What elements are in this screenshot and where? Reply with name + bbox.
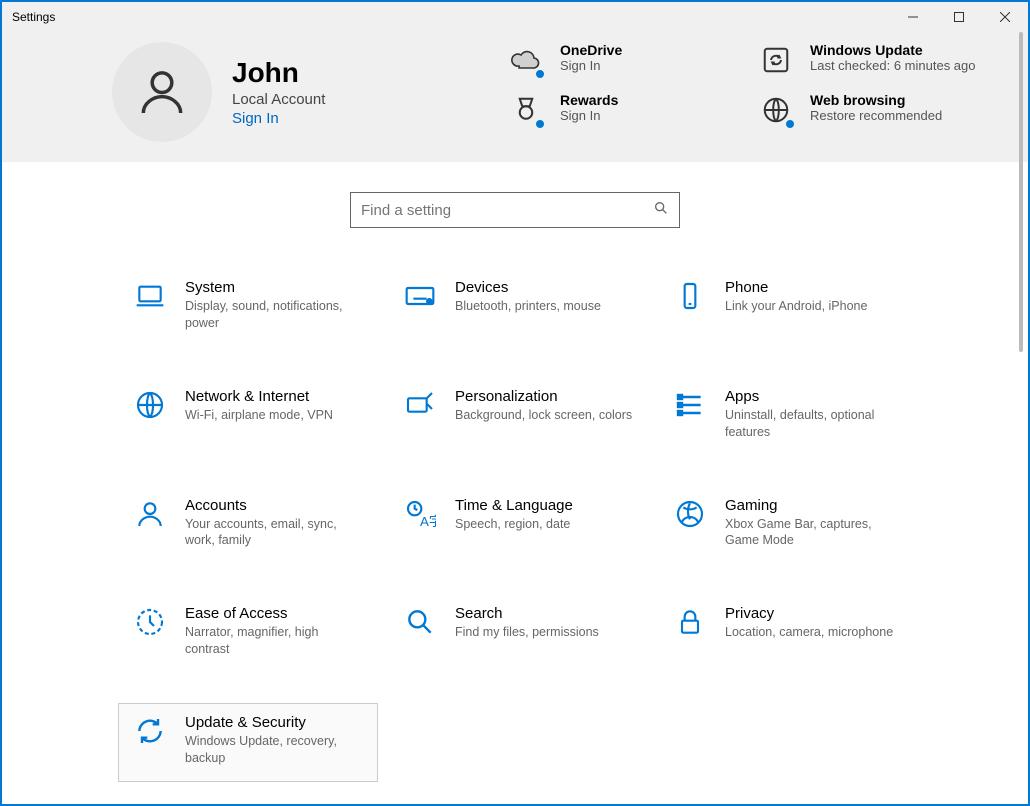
- window-title: Settings: [12, 10, 55, 24]
- category-sub: Uninstall, defaults, optional features: [725, 407, 903, 441]
- cloud-icon: [508, 42, 544, 78]
- account-type: Local Account: [232, 91, 325, 108]
- category-sub: Windows Update, recovery, backup: [185, 733, 363, 767]
- status-title: Rewards: [560, 92, 618, 108]
- search-icon: [653, 200, 669, 220]
- scrollbar-thumb[interactable]: [1019, 32, 1023, 352]
- status-badge-dot: [534, 118, 546, 130]
- status-title: Web browsing: [810, 92, 942, 108]
- category-search[interactable]: Search Find my files, permissions: [388, 594, 648, 673]
- laptop-icon: [133, 279, 167, 313]
- status-windows-update[interactable]: Windows Update Last checked: 6 minutes a…: [758, 42, 988, 78]
- scrollbar[interactable]: [1010, 32, 1026, 802]
- category-sub: Narrator, magnifier, high contrast: [185, 624, 363, 658]
- globe-icon: [133, 388, 167, 422]
- person-icon: [133, 497, 167, 531]
- close-button[interactable]: [982, 2, 1028, 32]
- category-title: Ease of Access: [185, 605, 363, 622]
- category-sub: Background, lock screen, colors: [455, 407, 632, 424]
- minimize-button[interactable]: [890, 2, 936, 32]
- category-title: Update & Security: [185, 714, 363, 731]
- search-icon: [403, 605, 437, 639]
- category-title: Gaming: [725, 497, 903, 514]
- category-sub: Speech, region, date: [455, 516, 573, 533]
- time-language-icon: A字: [403, 497, 437, 531]
- category-sub: Your accounts, email, sync, work, family: [185, 516, 363, 550]
- category-title: System: [185, 279, 363, 296]
- window-titlebar: Settings: [2, 2, 1028, 32]
- category-sub: Wi-Fi, airplane mode, VPN: [185, 407, 333, 424]
- category-title: Devices: [455, 279, 601, 296]
- status-badge-dot: [784, 118, 796, 130]
- category-sub: Bluetooth, printers, mouse: [455, 298, 601, 315]
- category-title: Accounts: [185, 497, 363, 514]
- status-sub: Restore recommended: [810, 108, 942, 125]
- status-rewards[interactable]: Rewards Sign In: [508, 92, 738, 128]
- paintbrush-icon: [403, 388, 437, 422]
- account-header: John Local Account Sign In OneDrive Sign…: [2, 32, 1028, 162]
- category-network[interactable]: Network & Internet Wi-Fi, airplane mode,…: [118, 377, 378, 456]
- category-sub: Display, sound, notifications, power: [185, 298, 363, 332]
- medal-icon: [508, 92, 544, 128]
- keyboard-icon: [403, 279, 437, 313]
- status-sub: Last checked: 6 minutes ago: [810, 58, 976, 75]
- status-title: Windows Update: [810, 42, 976, 58]
- category-sub: Find my files, permissions: [455, 624, 599, 641]
- status-badge-dot: [534, 68, 546, 80]
- category-accounts[interactable]: Accounts Your accounts, email, sync, wor…: [118, 486, 378, 565]
- category-personalization[interactable]: Personalization Background, lock screen,…: [388, 377, 648, 456]
- category-apps[interactable]: Apps Uninstall, defaults, optional featu…: [658, 377, 918, 456]
- accessibility-icon: [133, 605, 167, 639]
- category-update-security[interactable]: Update & Security Windows Update, recove…: [118, 703, 378, 782]
- category-system[interactable]: System Display, sound, notifications, po…: [118, 268, 378, 347]
- category-title: Search: [455, 605, 599, 622]
- phone-icon: [673, 279, 707, 313]
- category-devices[interactable]: Devices Bluetooth, printers, mouse: [388, 268, 648, 347]
- category-title: Privacy: [725, 605, 893, 622]
- maximize-button[interactable]: [936, 2, 982, 32]
- status-web-browsing[interactable]: Web browsing Restore recommended: [758, 92, 988, 128]
- category-time-language[interactable]: A字 Time & Language Speech, region, date: [388, 486, 648, 565]
- category-title: Phone: [725, 279, 867, 296]
- svg-text:A字: A字: [420, 514, 436, 529]
- category-title: Network & Internet: [185, 388, 333, 405]
- categories-grid: System Display, sound, notifications, po…: [2, 268, 1028, 782]
- apps-icon: [673, 388, 707, 422]
- search-box[interactable]: [350, 192, 680, 228]
- status-title: OneDrive: [560, 42, 622, 58]
- xbox-icon: [673, 497, 707, 531]
- category-gaming[interactable]: Gaming Xbox Game Bar, captures, Game Mod…: [658, 486, 918, 565]
- category-sub: Location, camera, microphone: [725, 624, 893, 641]
- account-block[interactable]: John Local Account Sign In: [112, 42, 508, 142]
- category-privacy[interactable]: Privacy Location, camera, microphone: [658, 594, 918, 673]
- account-name: John: [232, 57, 325, 89]
- category-sub: Link your Android, iPhone: [725, 298, 867, 315]
- update-icon: [133, 714, 167, 748]
- category-title: Personalization: [455, 388, 632, 405]
- sync-icon: [758, 42, 794, 78]
- category-sub: Xbox Game Bar, captures, Game Mode: [725, 516, 903, 550]
- search-input[interactable]: [361, 202, 653, 219]
- avatar: [112, 42, 212, 142]
- globe-icon: [758, 92, 794, 128]
- status-onedrive[interactable]: OneDrive Sign In: [508, 42, 738, 78]
- category-ease-of-access[interactable]: Ease of Access Narrator, magnifier, high…: [118, 594, 378, 673]
- status-sub: Sign In: [560, 108, 618, 125]
- account-signin-link[interactable]: Sign In: [232, 110, 325, 127]
- category-title: Apps: [725, 388, 903, 405]
- category-title: Time & Language: [455, 497, 573, 514]
- category-phone[interactable]: Phone Link your Android, iPhone: [658, 268, 918, 347]
- lock-icon: [673, 605, 707, 639]
- status-sub: Sign In: [560, 58, 622, 75]
